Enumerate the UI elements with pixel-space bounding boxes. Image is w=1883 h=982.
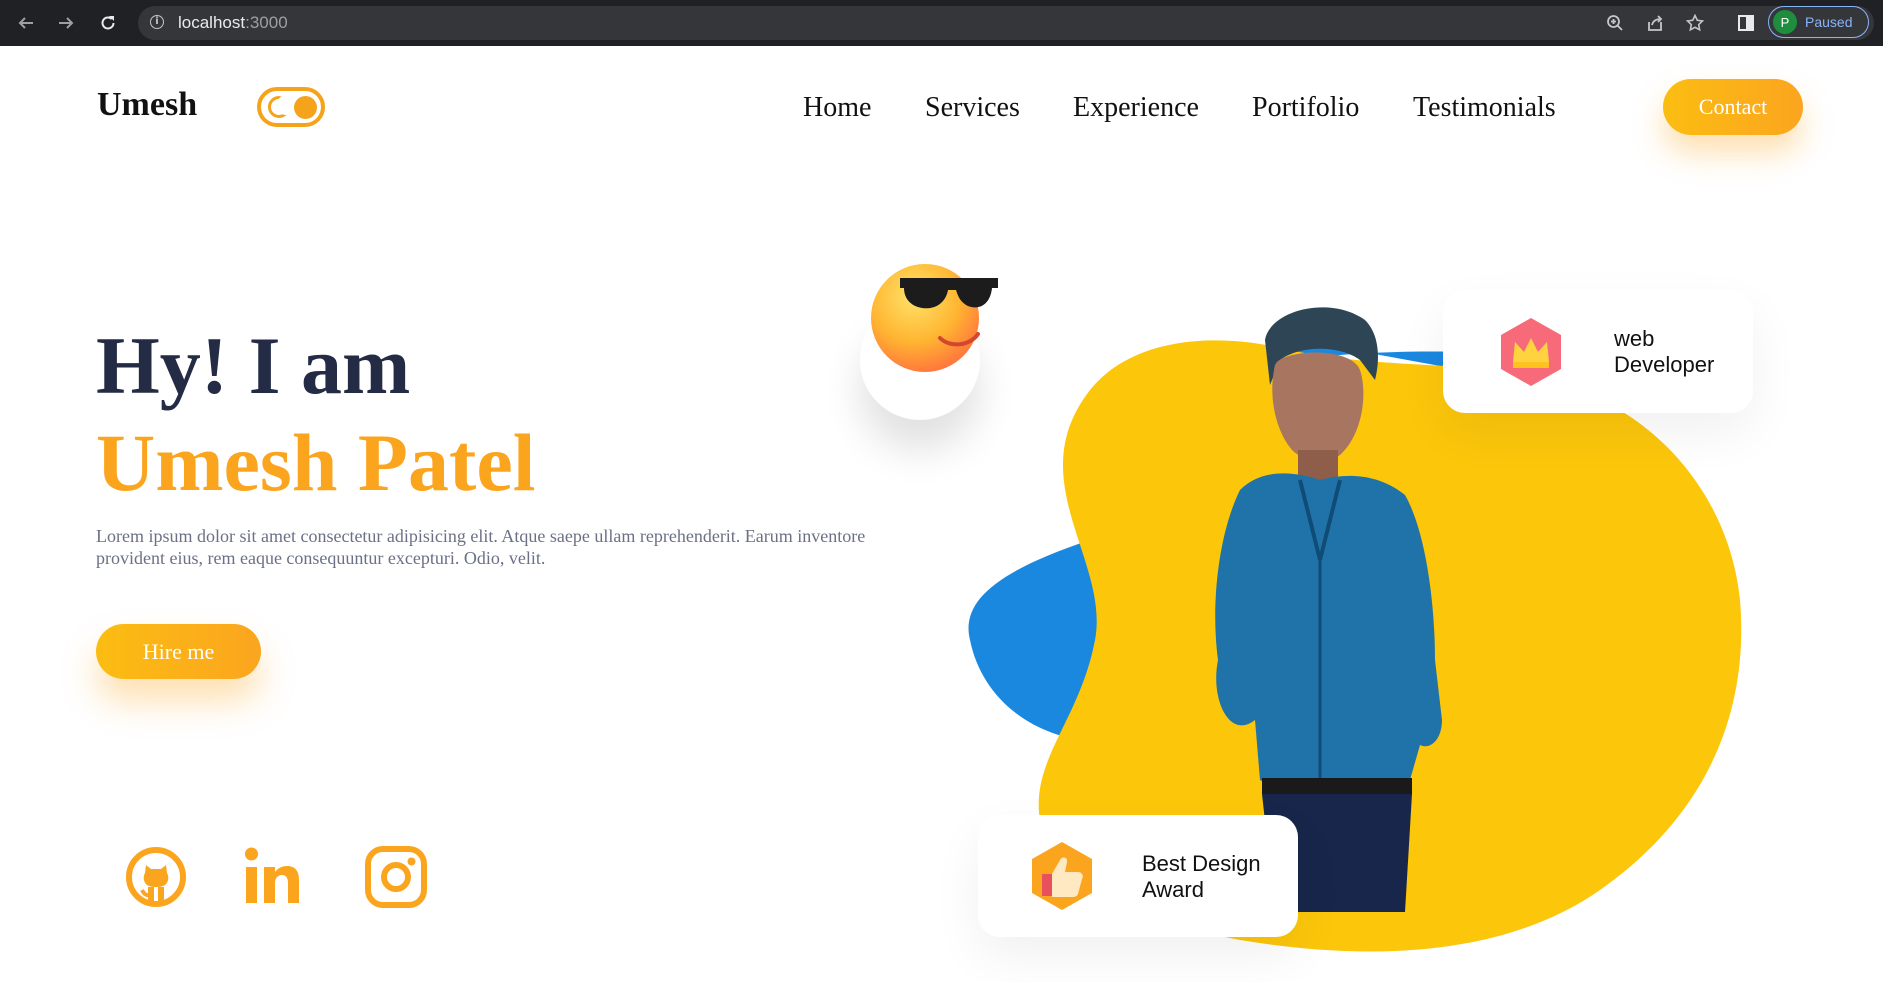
- forward-arrow-icon[interactable]: [52, 9, 80, 37]
- hero-name: Umesh Patel: [96, 417, 536, 508]
- main-nav: Home Services Experience Portifolio Test…: [0, 88, 1883, 128]
- nav-home[interactable]: Home: [803, 88, 871, 128]
- url-text: localhost:3000: [178, 13, 288, 32]
- hire-me-button[interactable]: Hire me: [96, 624, 261, 679]
- contact-button[interactable]: Contact: [1663, 79, 1803, 135]
- linkedin-icon[interactable]: [244, 845, 308, 909]
- nav-services[interactable]: Services: [925, 88, 1020, 128]
- web-developer-card: web Developer: [1443, 290, 1753, 413]
- thumbs-up-icon: [1032, 842, 1092, 910]
- best-design-award-card: Best Design Award: [978, 815, 1298, 937]
- zoom-icon[interactable]: [1600, 8, 1630, 38]
- share-icon[interactable]: [1640, 8, 1670, 38]
- info-icon[interactable]: i: [150, 15, 164, 29]
- hero-greeting: Hy! I am: [96, 320, 411, 411]
- crown-icon: [1501, 318, 1561, 386]
- side-panel-icon[interactable]: [1731, 8, 1761, 38]
- award-card-line1: Best Design: [1142, 851, 1261, 876]
- web-card-line2: Developer: [1614, 352, 1715, 377]
- cool-emoji-icon: [871, 264, 998, 372]
- star-icon[interactable]: [1680, 8, 1710, 38]
- github-icon[interactable]: [124, 845, 188, 909]
- back-arrow-icon[interactable]: [12, 9, 40, 37]
- award-card-line2: Award: [1142, 877, 1204, 902]
- browser-toolbar: i localhost:3000 P Paused: [0, 0, 1883, 46]
- reload-icon[interactable]: [94, 9, 122, 37]
- nav-experience[interactable]: Experience: [1073, 88, 1199, 128]
- profile-status: Paused: [1805, 14, 1853, 30]
- instagram-icon[interactable]: [364, 845, 428, 909]
- nav-testimonials[interactable]: Testimonials: [1413, 88, 1556, 128]
- avatar: P: [1773, 10, 1797, 34]
- profile-button[interactable]: P Paused: [1768, 6, 1869, 38]
- toolbar-actions: [1600, 8, 1710, 38]
- web-card-line1: web: [1614, 326, 1655, 351]
- hero-description: Lorem ipsum dolor sit amet consectetur a…: [96, 526, 866, 568]
- nav-portfolio[interactable]: Portifolio: [1252, 88, 1359, 128]
